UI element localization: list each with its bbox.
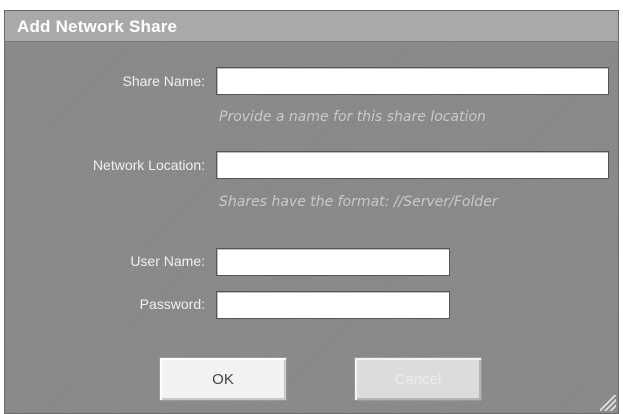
password-label: Password: bbox=[139, 296, 205, 312]
resize-grip-icon[interactable] bbox=[600, 395, 616, 411]
user-name-input[interactable] bbox=[216, 248, 450, 276]
user-name-label: User Name: bbox=[130, 253, 205, 269]
dialog-titlebar[interactable]: Add Network Share bbox=[5, 11, 618, 42]
ok-button-label: OK bbox=[212, 370, 234, 388]
share-name-label: Share Name: bbox=[122, 73, 205, 89]
dialog-title: Add Network Share bbox=[17, 17, 178, 36]
share-name-hint: Provide a name for this share location bbox=[219, 109, 486, 125]
cancel-button[interactable]: Cancel bbox=[354, 357, 482, 401]
network-location-label: Network Location: bbox=[92, 157, 205, 173]
network-location-input[interactable] bbox=[216, 151, 609, 179]
password-input[interactable] bbox=[216, 291, 450, 319]
cancel-button-label: Cancel bbox=[394, 370, 442, 388]
add-network-share-dialog: Add Network Share Share Name: Provide a … bbox=[4, 10, 619, 414]
share-name-input[interactable] bbox=[216, 67, 609, 95]
ok-button[interactable]: OK bbox=[159, 357, 287, 401]
network-location-hint: Shares have the format: //Server/Folder bbox=[219, 194, 498, 210]
